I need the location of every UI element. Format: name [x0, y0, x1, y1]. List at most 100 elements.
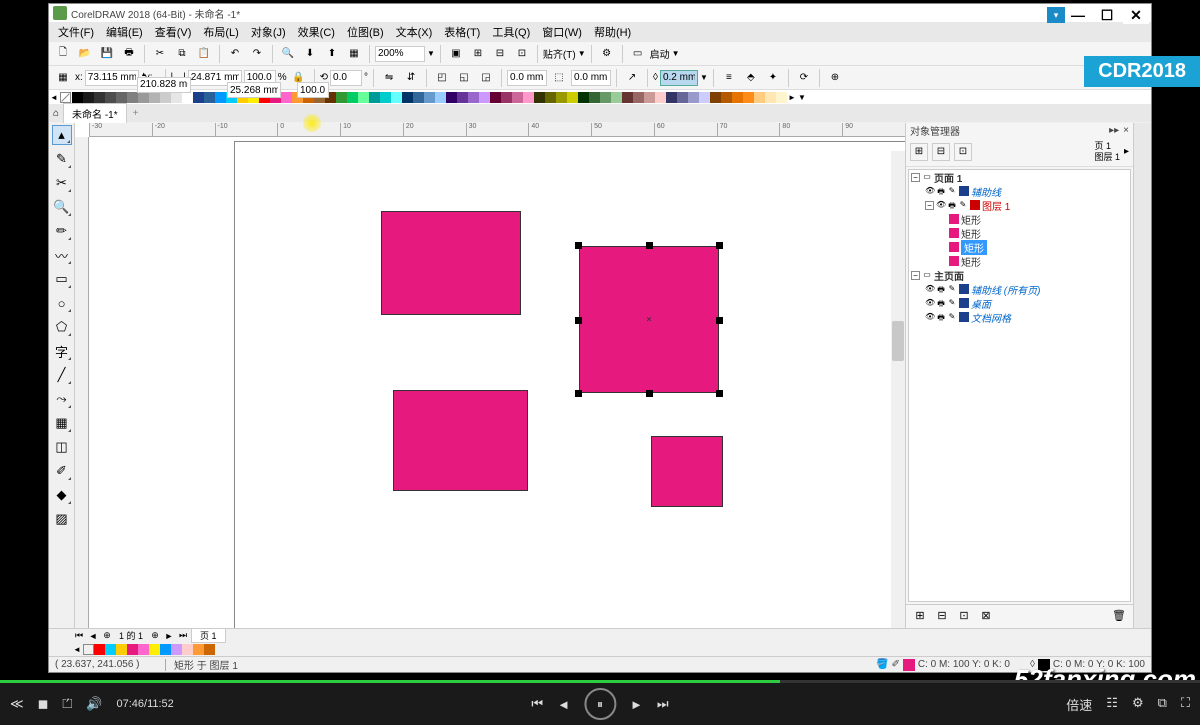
- launch-icon[interactable]: ▭: [628, 44, 648, 64]
- open-button[interactable]: 📂: [75, 44, 95, 64]
- fullscreen-button[interactable]: ⛶: [1181, 695, 1190, 714]
- transparency-tool[interactable]: ◫: [52, 437, 72, 457]
- undo-button[interactable]: ↶: [225, 44, 245, 64]
- page-tab-1[interactable]: 页 1: [191, 628, 226, 643]
- page-next[interactable]: ►: [163, 631, 175, 641]
- pip-button[interactable]: ⧉: [1158, 695, 1167, 714]
- docker-view3-button[interactable]: ⊡: [954, 143, 972, 161]
- menu-view[interactable]: 查看(V): [150, 22, 197, 42]
- color-swatch[interactable]: [677, 92, 688, 103]
- mirror-v-button[interactable]: ⇵: [401, 68, 421, 88]
- settings-button[interactable]: ⚙: [1132, 695, 1144, 714]
- add-button[interactable]: ⊕: [825, 68, 845, 88]
- color-swatch[interactable]: [589, 92, 600, 103]
- new-layer-button[interactable]: ⊞: [912, 609, 928, 625]
- color-swatch[interactable]: [204, 92, 215, 103]
- player-screenshot[interactable]: ⏍: [62, 696, 72, 712]
- color-swatch[interactable]: [182, 92, 193, 103]
- page-last[interactable]: ⏭: [177, 630, 189, 641]
- color-swatch[interactable]: [171, 92, 182, 103]
- doc-color-swatch[interactable]: [116, 644, 127, 655]
- scaley-input[interactable]: [297, 82, 329, 98]
- corner3-button[interactable]: ◲: [476, 68, 496, 88]
- import-button[interactable]: ⬇: [300, 44, 320, 64]
- doc-color-swatch[interactable]: [105, 644, 116, 655]
- close-button[interactable]: ✕: [1123, 6, 1149, 24]
- doc-color-swatch[interactable]: [182, 644, 193, 655]
- menu-object[interactable]: 对象(J): [246, 22, 291, 42]
- color-swatch[interactable]: [754, 92, 765, 103]
- copy-button[interactable]: ⧉: [172, 44, 192, 64]
- cut-button[interactable]: ✂: [150, 44, 170, 64]
- color-swatch[interactable]: [765, 92, 776, 103]
- no-color-swatch[interactable]: [60, 92, 71, 103]
- docker-collapse[interactable]: ▸▸: [1109, 125, 1119, 136]
- corner-lock[interactable]: ⬚: [549, 68, 569, 88]
- color-swatch[interactable]: [776, 92, 787, 103]
- player-stop[interactable]: ◼: [38, 696, 49, 712]
- outline-width-input[interactable]: [660, 70, 698, 86]
- guides-button[interactable]: ⊡: [512, 44, 532, 64]
- shape-tool[interactable]: ✎: [52, 149, 72, 169]
- volume-icon[interactable]: 🔊: [86, 696, 102, 712]
- zoom-tool[interactable]: 🔍: [52, 197, 72, 217]
- wrap-text-button[interactable]: ≡: [719, 68, 739, 88]
- color-swatch[interactable]: [732, 92, 743, 103]
- color-swatch[interactable]: [688, 92, 699, 103]
- color-swatch[interactable]: [710, 92, 721, 103]
- menu-table[interactable]: 表格(T): [439, 22, 485, 42]
- doc-color-swatch[interactable]: [138, 644, 149, 655]
- color-swatch[interactable]: [446, 92, 457, 103]
- menu-file[interactable]: 文件(F): [53, 22, 99, 42]
- color-swatch[interactable]: [138, 92, 149, 103]
- new-button[interactable]: 🗋: [53, 44, 73, 64]
- polygon-tool[interactable]: ⬠: [52, 317, 72, 337]
- launch-label[interactable]: 启动: [650, 46, 670, 61]
- color-swatch[interactable]: [567, 92, 578, 103]
- new-master-layer-button[interactable]: ⊟: [934, 609, 950, 625]
- canvas-scrollbar-v[interactable]: [891, 151, 905, 628]
- color-swatch[interactable]: [534, 92, 545, 103]
- play-pause-button[interactable]: ⏸: [584, 688, 616, 720]
- color-swatch[interactable]: [490, 92, 501, 103]
- export-button[interactable]: ⬆: [322, 44, 342, 64]
- x-input[interactable]: [85, 70, 139, 86]
- doc-tab-1[interactable]: 未命名 -1*: [63, 103, 127, 123]
- layer-tree[interactable]: −▭页面 1 👁🖶✎辅助线 −👁🖶✎图层 1 矩形 矩形 矩形 矩形 −▭主页面…: [908, 169, 1131, 602]
- doc-color-swatch[interactable]: [149, 644, 160, 655]
- docker-side-tabs[interactable]: [1133, 123, 1151, 628]
- color-swatch[interactable]: [743, 92, 754, 103]
- ruler-horizontal[interactable]: -30-20-100102030405060708090: [89, 123, 905, 137]
- color-swatch[interactable]: [633, 92, 644, 103]
- doc-color-swatch[interactable]: [171, 644, 182, 655]
- text-tool[interactable]: 字: [52, 341, 72, 361]
- color-swatch[interactable]: [413, 92, 424, 103]
- order-button[interactable]: ⬘: [741, 68, 761, 88]
- zoom-input[interactable]: [375, 46, 425, 62]
- options-button[interactable]: ⚙: [597, 44, 617, 64]
- doc-color-swatch[interactable]: [160, 644, 171, 655]
- palette-left[interactable]: ◄: [49, 93, 59, 102]
- rotation-input[interactable]: [330, 70, 362, 86]
- progress-bar[interactable]: [0, 680, 1200, 683]
- paste-button[interactable]: 📋: [194, 44, 214, 64]
- color-swatch[interactable]: [556, 92, 567, 103]
- color-swatch[interactable]: [149, 92, 160, 103]
- corner1-button[interactable]: ◰: [432, 68, 452, 88]
- connector-tool[interactable]: ⤳: [52, 389, 72, 409]
- color-swatch[interactable]: [721, 92, 732, 103]
- player-collapse[interactable]: ≪: [10, 696, 24, 712]
- convert-button[interactable]: ✦: [763, 68, 783, 88]
- publish-button[interactable]: ▦: [344, 44, 364, 64]
- menu-tools[interactable]: 工具(Q): [487, 22, 535, 42]
- freehand-tool[interactable]: ✏: [52, 221, 72, 241]
- home-icon[interactable]: ⌂: [53, 108, 59, 119]
- color-swatch[interactable]: [578, 92, 589, 103]
- redo-button[interactable]: ↷: [247, 44, 267, 64]
- page-add-before[interactable]: ⊕: [101, 630, 113, 641]
- subtitle-button[interactable]: ☷: [1106, 695, 1118, 714]
- speed-label[interactable]: 倍速: [1066, 695, 1092, 714]
- color-swatch[interactable]: [501, 92, 512, 103]
- docker-view1-button[interactable]: ⊞: [910, 143, 928, 161]
- grid-button[interactable]: ⊟: [490, 44, 510, 64]
